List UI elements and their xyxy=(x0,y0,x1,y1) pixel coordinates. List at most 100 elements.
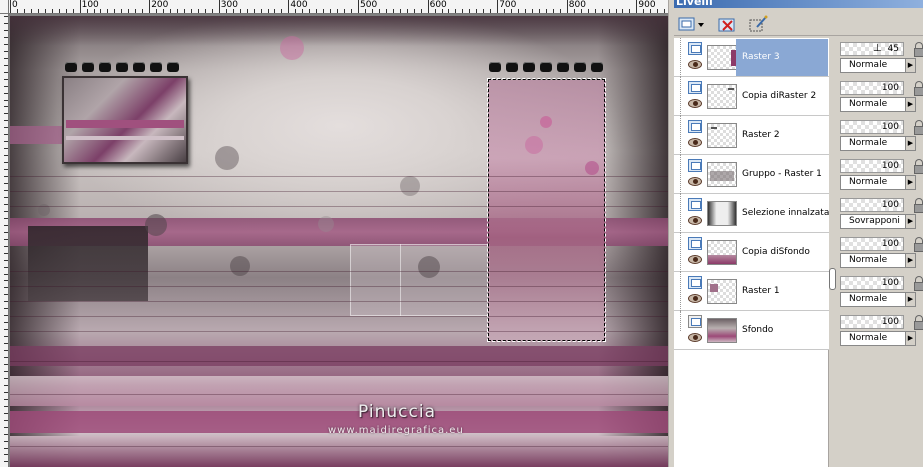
dropdown-arrow-icon[interactable]: ▶ xyxy=(905,137,915,150)
lock-icon[interactable] xyxy=(914,315,923,330)
layer-props-raster-3: ⊥ 45 Normale ▶ xyxy=(838,38,923,77)
ruler-minor-tick xyxy=(114,9,115,13)
ruler-minor-tick xyxy=(4,322,8,323)
dropdown-arrow-icon[interactable]: ▶ xyxy=(905,332,915,345)
eye-visibility-icon[interactable] xyxy=(688,294,702,303)
blend-mode-dropdown[interactable]: Normale ▶ xyxy=(840,97,916,112)
ruler-minor-tick xyxy=(163,9,164,13)
bokeh-circle xyxy=(280,36,304,60)
selection-marquee[interactable] xyxy=(487,78,606,342)
opacity-slider[interactable]: 100 xyxy=(840,276,904,290)
layer-name-area[interactable]: Copia diSfondo xyxy=(736,234,828,271)
layer-name-area[interactable]: Gruppo - Raster 1 xyxy=(736,156,828,193)
layer-name-area[interactable]: Raster 3 xyxy=(736,39,828,76)
watermark-name: Pinuccia xyxy=(358,402,436,422)
lock-icon[interactable] xyxy=(914,237,923,252)
opacity-slider[interactable]: ⊥ 45 xyxy=(840,42,904,56)
opacity-slider[interactable]: 100 xyxy=(840,81,904,95)
layer-thumbnail xyxy=(707,279,737,304)
ruler-minor-tick xyxy=(372,9,373,13)
eye-visibility-icon[interactable] xyxy=(688,333,702,342)
blend-mode-value: Normale xyxy=(849,294,888,304)
palette-expand-handle[interactable] xyxy=(829,268,836,290)
opacity-slider[interactable]: 100 xyxy=(840,237,904,251)
ruler-minor-tick xyxy=(574,9,575,13)
layer-name: Copia diSfondo xyxy=(742,247,810,257)
ruler-minor-tick xyxy=(4,30,8,31)
lock-icon[interactable] xyxy=(914,276,923,291)
opacity-slider[interactable]: 100 xyxy=(840,159,904,173)
layer-row-raster-1[interactable]: Raster 1 xyxy=(674,272,829,311)
layer-row-raster-2[interactable]: Raster 2 xyxy=(674,116,829,155)
eye-visibility-icon[interactable] xyxy=(688,138,702,147)
ruler-minor-tick xyxy=(337,9,338,13)
palette-title: Livelli xyxy=(676,0,713,8)
layer-thumbnail xyxy=(707,45,737,70)
dropdown-arrow-icon[interactable]: ▶ xyxy=(905,254,915,267)
delete-layer-button[interactable] xyxy=(716,14,738,34)
dropdown-arrow-icon[interactable]: ▶ xyxy=(905,215,915,228)
blend-mode-dropdown[interactable]: Normale ▶ xyxy=(840,136,916,151)
new-layer-button[interactable] xyxy=(676,14,706,34)
layer-row-selezione-innalzata[interactable]: Selezione innalzata xyxy=(674,194,829,233)
blend-mode-dropdown[interactable]: Normale ▶ xyxy=(840,253,916,268)
ruler-minor-tick xyxy=(4,315,8,316)
image-workspace[interactable]: 0 100 200 300 400 500 600 700 800 900 Pi… xyxy=(0,0,668,467)
eye-visibility-icon[interactable] xyxy=(688,216,702,225)
eye-visibility-icon[interactable] xyxy=(688,99,702,108)
layer-row-gruppo-raster-1[interactable]: Gruppo - Raster 1 xyxy=(674,155,829,194)
blend-mode-value: Normale xyxy=(849,333,888,343)
dropdown-arrow-icon[interactable]: ▶ xyxy=(905,98,915,111)
layer-row-raster-3[interactable]: Raster 3 xyxy=(674,38,829,77)
layer-name-area[interactable]: Raster 1 xyxy=(736,273,828,310)
ruler-minor-tick xyxy=(240,9,241,13)
opacity-value: 100 xyxy=(881,161,899,171)
layer-name-area[interactable]: Copia diRaster 2 xyxy=(736,78,828,115)
eye-visibility-icon[interactable] xyxy=(688,60,702,69)
dropdown-arrow-icon[interactable]: ▶ xyxy=(905,293,915,306)
blend-mode-dropdown[interactable]: Normale ▶ xyxy=(840,292,916,307)
ruler-minor-tick xyxy=(219,9,220,13)
layers-palette: Livelli Raster 3 Copia diRaster 2 Raster… xyxy=(674,0,923,467)
blend-mode-dropdown[interactable]: Normale ▶ xyxy=(840,331,916,346)
texture-line xyxy=(10,446,668,447)
eye-visibility-icon[interactable] xyxy=(688,255,702,264)
layer-row-sfondo[interactable]: Sfondo xyxy=(674,311,829,350)
blend-mode-dropdown[interactable]: Sovrapponi ▶ xyxy=(840,214,916,229)
window-panel xyxy=(350,244,490,316)
lock-icon[interactable] xyxy=(914,81,923,96)
ruler-label: 100 xyxy=(81,0,99,10)
knob xyxy=(82,62,94,72)
ruler-minor-tick xyxy=(4,378,8,379)
opacity-slider[interactable]: 100 xyxy=(840,198,904,212)
ruler-minor-tick xyxy=(4,51,8,52)
ruler-minor-tick xyxy=(643,9,644,13)
blend-mode-dropdown[interactable]: Normale ▶ xyxy=(840,58,916,73)
ruler-minor-tick xyxy=(205,9,206,13)
lock-icon[interactable] xyxy=(914,159,923,174)
raster-layer-icon xyxy=(688,276,702,289)
ruler-minor-tick xyxy=(4,44,8,45)
layer-row-copia-raster-2[interactable]: Copia diRaster 2 xyxy=(674,77,829,116)
lock-icon[interactable] xyxy=(914,42,923,57)
layer-name-area[interactable]: Selezione innalzata xyxy=(736,195,829,232)
opacity-slider[interactable]: 100 xyxy=(840,315,904,329)
layer-name-area[interactable]: Sfondo xyxy=(736,312,828,349)
layer-name-area[interactable]: Raster 2 xyxy=(736,117,828,154)
blend-mode-dropdown[interactable]: Normale ▶ xyxy=(840,175,916,190)
dropdown-arrow-icon[interactable]: ▶ xyxy=(905,176,915,189)
horizontal-ruler: 0 100 200 300 400 500 600 700 800 900 xyxy=(0,0,668,14)
lock-icon[interactable] xyxy=(914,198,923,213)
palette-title-bar[interactable]: Livelli xyxy=(674,0,923,8)
knob xyxy=(150,62,162,72)
eye-visibility-icon[interactable] xyxy=(688,177,702,186)
opacity-slider[interactable]: 100 xyxy=(840,120,904,134)
layer-row-copia-sfondo[interactable]: Copia diSfondo xyxy=(674,233,829,272)
ruler-minor-tick xyxy=(4,113,8,114)
floor-band-pink xyxy=(10,376,668,406)
ruler-minor-tick xyxy=(247,9,248,13)
edit-selection-button[interactable] xyxy=(746,14,768,34)
dropdown-arrow-icon[interactable]: ▶ xyxy=(905,59,915,72)
knob xyxy=(523,62,535,72)
lock-icon[interactable] xyxy=(914,120,923,135)
